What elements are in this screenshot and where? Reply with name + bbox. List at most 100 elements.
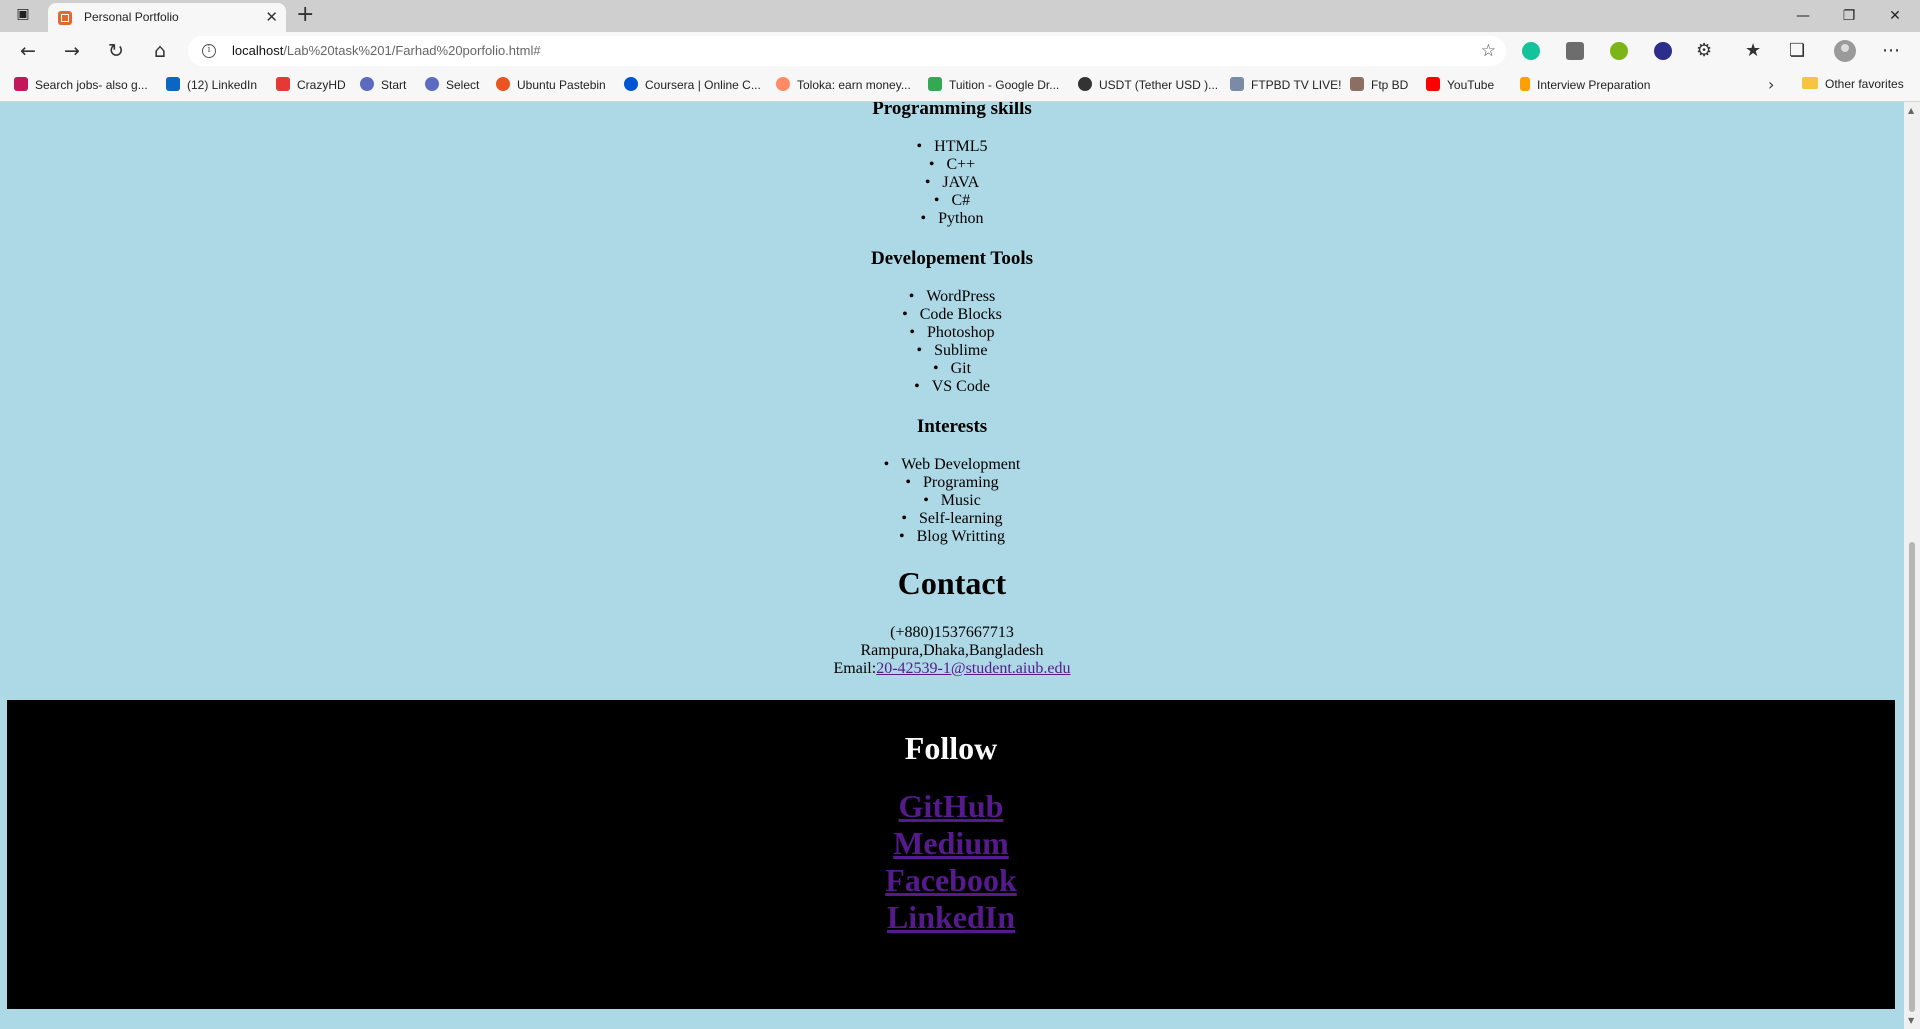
bookmark-label: FTPBD TV LIVE! — [1251, 78, 1342, 92]
grammarly-extension-icon[interactable] — [1522, 42, 1540, 60]
tab-actions-icon[interactable]: ▣ — [10, 6, 36, 26]
list-item: HTML5 — [0, 138, 1904, 156]
ftpbd-icon — [1230, 77, 1244, 91]
list-item: C++ — [0, 156, 1904, 174]
list-item: WordPress — [0, 288, 1904, 306]
bookmark-label: CrazyHD — [297, 78, 346, 92]
social-links: GitHub Medium Facebook LinkedIn — [7, 788, 1895, 936]
refresh-icon[interactable]: ↻ — [103, 38, 129, 64]
list-item: Sublime — [0, 342, 1904, 360]
close-tab-icon[interactable]: ✕ — [265, 8, 278, 26]
tab-personal-portfolio[interactable]: Personal Portfolio ✕ — [48, 3, 286, 32]
interests-list: Web Development Programing Music Self-le… — [0, 456, 1904, 546]
list-item: Code Blocks — [0, 306, 1904, 324]
google-drive-icon — [928, 77, 942, 91]
back-icon[interactable]: ← — [15, 38, 41, 64]
html-file-icon — [58, 11, 72, 25]
info-icon[interactable]: i — [202, 44, 216, 58]
globe-icon — [360, 77, 374, 91]
bookmark-interview-prep[interactable]: Interview Preparation — [1520, 77, 1650, 95]
restore-icon[interactable]: ❐ — [1826, 4, 1872, 28]
bookmark-label: Interview Preparation — [1537, 78, 1651, 92]
contact-address: Rampura,Dhaka,Bangladesh — [860, 642, 1044, 659]
linkedin-link[interactable]: LinkedIn — [7, 899, 1895, 936]
medium-link[interactable]: Medium — [7, 825, 1895, 862]
github-link[interactable]: GitHub — [7, 788, 1895, 825]
list-item: Music — [0, 492, 1904, 510]
chevron-right-icon[interactable]: › — [1768, 75, 1774, 94]
list-item: Programing — [0, 474, 1904, 492]
bookmark-usdt[interactable]: USDT (Tether USD )... — [1078, 77, 1218, 95]
bookmark-label: USDT (Tether USD )... — [1099, 78, 1219, 92]
bookmark-label: Coursera | Online C... — [645, 78, 761, 92]
address-bar[interactable]: i localhost/Lab%20task%201/Farhad%20porf… — [188, 36, 1506, 66]
programming-skills-list: HTML5 C++ JAVA C# Python — [0, 138, 1904, 228]
translate-extension-icon[interactable] — [1566, 42, 1584, 60]
list-item: Web Development — [0, 456, 1904, 474]
vertical-scrollbar[interactable]: ▲ ▼ — [1904, 102, 1920, 1029]
other-favorites-folder[interactable]: Other favorites — [1802, 77, 1904, 95]
bookmark-linkedin[interactable]: (12) LinkedIn — [166, 77, 257, 95]
crazyhd-icon — [276, 77, 290, 91]
coursera-icon — [624, 77, 638, 91]
footer: Follow GitHub Medium Facebook LinkedIn — [7, 700, 1895, 1009]
browser-toolbar: ← → ↻ ⌂ i localhost/Lab%20task%201/Farha… — [0, 32, 1920, 70]
minimize-icon[interactable]: — — [1780, 4, 1826, 28]
forward-icon[interactable]: → — [59, 38, 85, 64]
ubuntu-icon — [496, 77, 510, 91]
youtube-icon — [1426, 77, 1440, 91]
bookmark-label: Search jobs- also g... — [35, 78, 148, 92]
bookmark-youtube[interactable]: YouTube — [1426, 77, 1494, 95]
contact-phone: (+880)1537667713 — [890, 624, 1014, 641]
url-text[interactable]: localhost/Lab%20task%201/Farhad%20porfol… — [232, 43, 541, 58]
profile-avatar[interactable] — [1834, 40, 1856, 62]
follow-heading: Follow — [904, 730, 998, 766]
toloka-icon — [776, 77, 790, 91]
bookmark-label: Toloka: earn money... — [797, 78, 911, 92]
bookmark-crazyhd[interactable]: CrazyHD — [276, 77, 346, 95]
collections-icon[interactable]: ❏ — [1789, 40, 1805, 61]
email-link[interactable]: 20-42539-1@student.aiub.edu — [876, 660, 1070, 677]
bookmark-start[interactable]: Start — [360, 77, 406, 95]
tab-bar: ▣ Personal Portfolio ✕ + — ❐ ✕ — [0, 0, 1920, 32]
bookmark-ftp-bd[interactable]: Ftp BD — [1350, 77, 1408, 95]
list-item: Git — [0, 360, 1904, 378]
tab-title: Personal Portfolio — [84, 10, 179, 24]
bookmark-select[interactable]: Select — [425, 77, 479, 95]
contact-heading: Contact — [897, 565, 1007, 601]
scroll-up-icon[interactable]: ▲ — [1908, 106, 1914, 115]
list-item: JAVA — [0, 174, 1904, 192]
list-item: VS Code — [0, 378, 1904, 396]
scrollbar-thumb[interactable] — [1909, 542, 1915, 1012]
green-extension-icon[interactable] — [1610, 42, 1628, 60]
bookmark-coursera[interactable]: Coursera | Online C... — [624, 77, 761, 95]
window-close-icon[interactable]: ✕ — [1872, 4, 1918, 28]
bookmarks-bar: Search jobs- also g... (12) LinkedIn Cra… — [0, 70, 1920, 102]
list-item: Python — [0, 210, 1904, 228]
new-tab-icon[interactable]: + — [296, 3, 314, 27]
bookmark-ubuntu-pastebin[interactable]: Ubuntu Pastebin — [496, 77, 606, 95]
other-favorites-label: Other favorites — [1825, 77, 1904, 91]
bookmark-label: Tuition - Google Dr... — [949, 78, 1060, 92]
programming-skills-heading: Programming skills — [872, 102, 1032, 119]
extensions-puzzle-icon[interactable]: ⚙ — [1696, 40, 1712, 61]
bookmark-label: YouTube — [1447, 78, 1495, 92]
add-favorite-icon[interactable]: ☆ — [1481, 41, 1496, 61]
usdt-icon — [1078, 77, 1092, 91]
bookmark-tuition-drive[interactable]: Tuition - Google Dr... — [928, 77, 1059, 95]
vpn-extension-icon[interactable] — [1654, 42, 1672, 60]
more-menu-icon[interactable]: ⋯ — [1882, 40, 1900, 61]
bookmark-icon — [14, 77, 28, 91]
bookmark-search-jobs[interactable]: Search jobs- also g... — [14, 77, 148, 95]
arrow-icon — [1520, 77, 1530, 91]
bookmark-label: Select — [446, 78, 480, 92]
list-item: Blog Writting — [0, 528, 1904, 546]
list-item: C# — [0, 192, 1904, 210]
scroll-down-icon[interactable]: ▼ — [1908, 1016, 1914, 1025]
favorites-icon[interactable]: ★ — [1745, 40, 1761, 61]
bookmark-toloka[interactable]: Toloka: earn money... — [776, 77, 911, 95]
bookmark-ftpbd-tv[interactable]: FTPBD TV LIVE! — [1230, 77, 1341, 95]
home-icon[interactable]: ⌂ — [147, 38, 173, 64]
facebook-link[interactable]: Facebook — [7, 862, 1895, 899]
contact-email-line: Email:20-42539-1@student.aiub.edu — [0, 660, 1904, 678]
